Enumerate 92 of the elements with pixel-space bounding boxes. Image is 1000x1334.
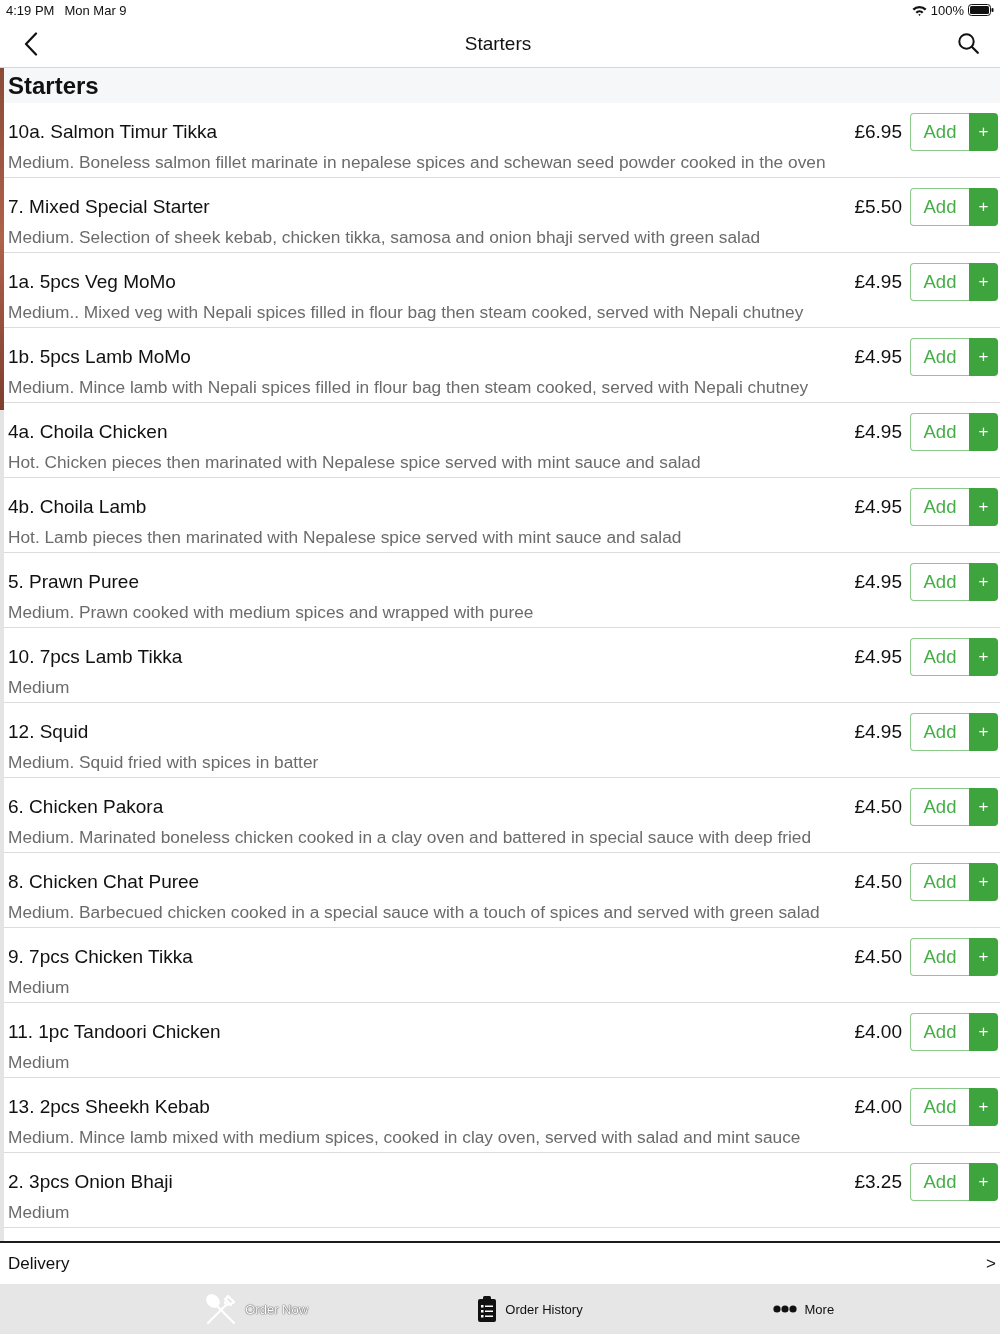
plus-button[interactable]: + <box>969 413 998 451</box>
item-name: 6. Chicken Pakora <box>8 796 164 817</box>
item-name: 8. Chicken Chat Puree <box>8 871 200 892</box>
add-button[interactable]: Add <box>910 338 969 376</box>
add-button[interactable]: Add <box>910 1013 969 1051</box>
plus-button[interactable]: + <box>969 863 998 901</box>
item-name: 1a. 5pcs Veg MoMo <box>8 271 176 292</box>
item-description: Medium. Mince lamb with Nepali spices filled in flour bag then steam cooked, served with Nepali chutney <box>8 376 809 398</box>
tab-item[interactable]: Order History <box>393 1295 667 1323</box>
item-price: £4.00 <box>854 1021 902 1043</box>
item-price: £4.95 <box>854 646 902 668</box>
nav-title: Starters <box>464 32 532 55</box>
plus-button[interactable]: + <box>969 263 998 301</box>
plus-button[interactable]: + <box>969 788 998 826</box>
add-button[interactable]: Add <box>910 113 969 151</box>
plus-button[interactable]: + <box>969 188 998 226</box>
back-icon[interactable] <box>24 31 38 56</box>
more-icon <box>772 1305 797 1313</box>
item-name: 9. 7pcs Chicken Tikka <box>8 946 193 967</box>
item-price: £4.95 <box>854 421 902 443</box>
plus-button[interactable]: + <box>969 1088 998 1126</box>
fork-spoon-icon <box>205 1293 238 1325</box>
status-date: Mon Mar 9 <box>64 2 127 18</box>
item-name: 4b. Choila Lamb <box>8 496 147 517</box>
item-name: 1b. 5pcs Lamb MoMo <box>8 346 191 367</box>
item-price: £4.95 <box>854 496 902 518</box>
add-button[interactable]: Add <box>910 488 969 526</box>
chevron-right: > <box>986 1253 996 1274</box>
add-button[interactable]: Add <box>910 638 969 676</box>
item-name: 12. Squid <box>8 721 89 742</box>
item-name: 10. 7pcs Lamb Tikka <box>8 646 183 667</box>
wifi-icon <box>911 4 927 16</box>
item-price: £4.95 <box>854 346 902 368</box>
add-button[interactable]: Add <box>910 413 969 451</box>
battery-icon <box>968 4 994 16</box>
item-description: Medium. Boneless salmon fillet marinate in nepalese spices and schewan seed powder cooked in the oven <box>8 151 826 173</box>
item-name: 10a. Salmon Timur Tikka <box>8 121 218 142</box>
item-price: £4.50 <box>854 871 902 893</box>
plus-button[interactable]: + <box>969 638 998 676</box>
add-button[interactable]: Add <box>910 1088 969 1126</box>
item-price: £3.25 <box>854 1171 902 1193</box>
add-button[interactable]: Add <box>910 563 969 601</box>
tab-item[interactable]: More <box>666 1301 940 1317</box>
plus-button[interactable]: + <box>969 338 998 376</box>
item-name: 13. 2pcs Sheekh Kebab <box>8 1096 210 1117</box>
item-description: Medium. Barbecued chicken cooked in a special sauce with a touch of spices and served with green salad <box>8 901 820 923</box>
add-button[interactable]: Add <box>910 1163 969 1201</box>
status-time: 4:19 PM <box>6 2 55 18</box>
item-description: Medium. Marinated boneless chicken cooked in a clay oven and battered in special sauce with deep fried <box>8 826 812 848</box>
plus-button[interactable]: + <box>969 938 998 976</box>
item-price: £4.95 <box>854 271 902 293</box>
item-price: £4.50 <box>854 946 902 968</box>
plus-button[interactable]: + <box>969 113 998 151</box>
item-name: 2. 3pcs Onion Bhaji <box>8 1171 173 1192</box>
plus-button[interactable]: + <box>969 713 998 751</box>
tab-item[interactable]: Order Now <box>120 1293 394 1325</box>
item-price: £6.95 <box>854 121 902 143</box>
item-description: Medium.. Mixed veg with Nepali spices filled in flour bag then steam cooked, served with Nepali chutney <box>8 301 804 323</box>
item-description: Medium. Prawn cooked with medium spices and wrapped with puree <box>8 601 534 623</box>
battery-percent: 100% <box>930 2 964 18</box>
item-price: £4.95 <box>854 721 902 743</box>
add-button[interactable]: Add <box>910 863 969 901</box>
item-price: £5.50 <box>854 196 902 218</box>
add-button[interactable]: Add <box>910 938 969 976</box>
plus-button[interactable]: + <box>969 488 998 526</box>
item-description: Medium <box>8 676 70 698</box>
item-description: Medium. Mince lamb mixed with medium spices, cooked in clay oven, served with salad and mint sauce <box>8 1126 801 1148</box>
item-price: £4.95 <box>854 571 902 593</box>
search-icon[interactable] <box>958 33 979 54</box>
plus-button[interactable]: + <box>969 1013 998 1051</box>
add-button[interactable]: Add <box>910 713 969 751</box>
plus-button[interactable]: + <box>969 1163 998 1201</box>
item-price: £4.50 <box>854 796 902 818</box>
item-name: 5. Prawn Puree <box>8 571 139 592</box>
item-description: Medium. Selection of sheek kebab, chicken tikka, samosa and onion bhaji served with green salad <box>8 226 761 248</box>
add-button[interactable]: Add <box>910 188 969 226</box>
section-title: Starters <box>8 71 99 100</box>
item-description: Hot. Lamb pieces then marinated with Nepalese spice served with mint sauce and salad <box>8 526 682 548</box>
clipboard-icon <box>477 1295 498 1323</box>
item-description: Medium. Squid fried with spices in batter <box>8 751 319 773</box>
item-name: 7. Mixed Special Starter <box>8 196 210 217</box>
delivery-label: Delivery <box>8 1253 70 1274</box>
item-price: £4.00 <box>854 1096 902 1118</box>
add-button[interactable]: Add <box>910 788 969 826</box>
add-button[interactable]: Add <box>910 263 969 301</box>
item-description: Hot. Chicken pieces then marinated with Nepalese spice served with mint sauce and salad <box>8 451 701 473</box>
item-name: 4a. Choila Chicken <box>8 421 168 442</box>
plus-button[interactable]: + <box>969 563 998 601</box>
item-description: Medium <box>8 976 70 998</box>
item-description: Medium <box>8 1201 70 1223</box>
item-name: 11. 1pc Tandoori Chicken <box>8 1021 221 1042</box>
item-description: Medium <box>8 1051 70 1073</box>
